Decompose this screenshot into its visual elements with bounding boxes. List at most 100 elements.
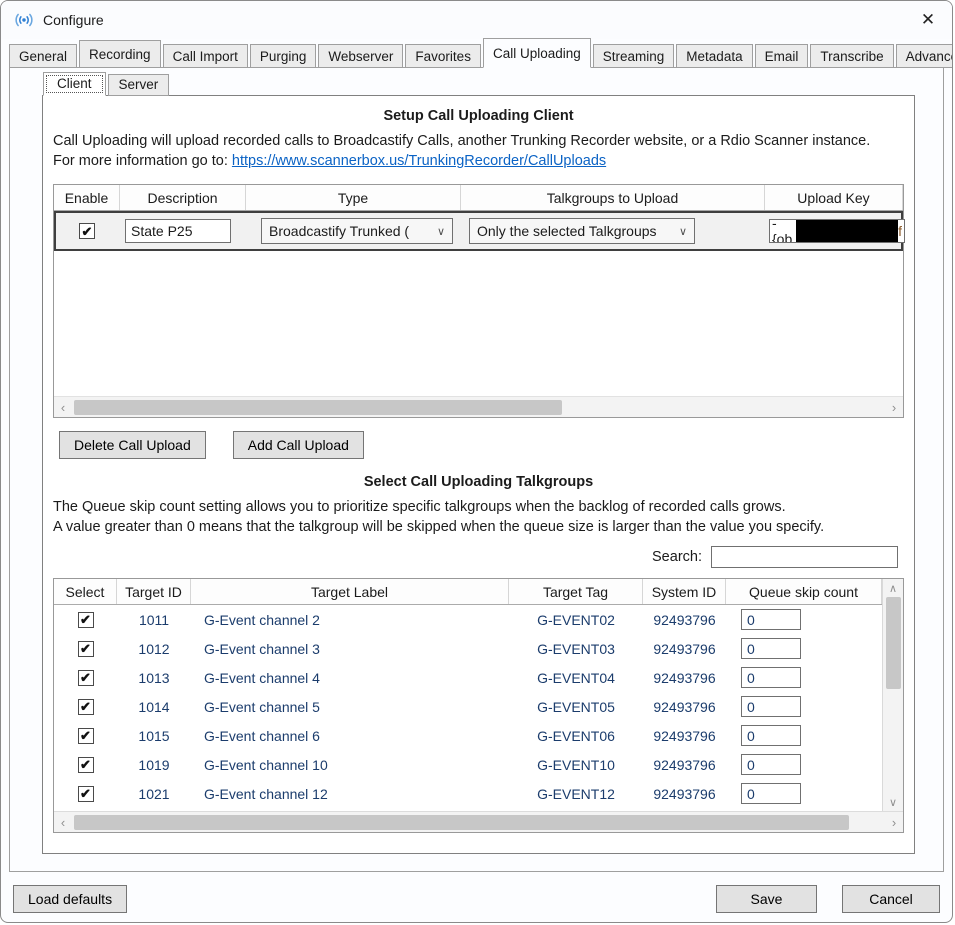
talkgroups-grid-column-header[interactable]: Queue skip count: [726, 579, 882, 604]
talkgroups-grid-header: Select Target ID Target Label: [54, 579, 882, 605]
select-checkbox[interactable]: ✔: [78, 786, 94, 802]
main-tab[interactable]: Call Uploading: [483, 38, 591, 68]
talkgroups-grid-column-header[interactable]: Target Tag: [509, 579, 643, 604]
talkgroups-grid: Select Target ID Target Label: [53, 578, 904, 833]
sub-tab[interactable]: Client: [43, 72, 106, 96]
upload-grid-column-header[interactable]: Type: [246, 185, 461, 210]
scroll-down-icon[interactable]: ∨: [883, 793, 903, 811]
enable-checkbox[interactable]: ✔: [79, 223, 95, 239]
main-tab[interactable]: Metadata: [676, 44, 752, 68]
upload-grid-column-header[interactable]: Description: [120, 185, 246, 210]
system-id: 92493796: [643, 786, 726, 802]
queue-skip-input[interactable]: 0: [741, 783, 801, 804]
scroll-left-icon[interactable]: ‹: [54, 400, 72, 415]
main-tab-label: Webserver: [328, 49, 393, 64]
type-dropdown[interactable]: Broadcastify Trunked ( ∨: [261, 218, 453, 244]
main-tab[interactable]: Email: [755, 44, 809, 68]
sub-tabstrip: Client Server: [43, 72, 943, 95]
talkgroup-row[interactable]: ✔ 1015 G-Event channel 6 G-EVENT06 92493…: [54, 721, 882, 750]
search-row: Search:: [43, 546, 898, 568]
close-icon[interactable]: ✕: [904, 1, 952, 39]
upload-key-suffix: f: [898, 223, 902, 239]
delete-call-upload-button[interactable]: Delete Call Upload: [59, 431, 206, 459]
description-input[interactable]: State P25: [125, 219, 231, 243]
search-input[interactable]: [711, 546, 898, 568]
talkgroups-grid-column-header[interactable]: System ID: [643, 579, 726, 604]
talkgroups-dropdown[interactable]: Only the selected Talkgroups ∨: [469, 218, 695, 244]
main-tabstrip: General Recording Call Import Purging We…: [1, 39, 952, 67]
system-id: 92493796: [643, 728, 726, 744]
talkgroup-row[interactable]: ✔ 1011 G-Event channel 2 G-EVENT02 92493…: [54, 605, 882, 634]
talkgroups-description: The Queue skip count setting allows you …: [53, 497, 904, 537]
scroll-right-icon[interactable]: ›: [885, 815, 903, 830]
main-tab[interactable]: Call Import: [163, 44, 248, 68]
select-checkbox[interactable]: ✔: [78, 728, 94, 744]
talkgroup-row[interactable]: ✔ 1013 G-Event channel 4 G-EVENT04 92493…: [54, 663, 882, 692]
talkgroup-row[interactable]: ✔ 1014 G-Event channel 5 G-EVENT05 92493…: [54, 692, 882, 721]
main-tab[interactable]: Streaming: [593, 44, 675, 68]
hscroll-thumb[interactable]: [74, 815, 849, 830]
upload-key-redaction: [796, 219, 898, 243]
talkgroups-grid-column-header[interactable]: Target Label: [191, 579, 509, 604]
select-checkbox[interactable]: ✔: [78, 612, 94, 628]
upload-client-grid: Enable Description Type Talkgroups to Up…: [53, 184, 904, 418]
queue-skip-input[interactable]: 0: [741, 638, 801, 659]
talkgroups-grid-vscrollbar[interactable]: ∧ ∨: [882, 579, 903, 811]
target-label: G-Event channel 4: [191, 670, 509, 686]
talkgroups-desc-line2: A value greater than 0 means that the ta…: [53, 519, 824, 535]
upload-grid-column-header[interactable]: Talkgroups to Upload: [461, 185, 765, 210]
configure-window: Configure ✕ General Recording Call Impor…: [0, 0, 953, 923]
main-tab-label: Advanced: [906, 49, 953, 64]
main-tab[interactable]: Advanced: [896, 44, 953, 68]
talkgroups-rows: ✔ 1011 G-Event channel 2 G-EVENT02 92493…: [54, 605, 882, 811]
main-tab[interactable]: Favorites: [405, 44, 481, 68]
vscroll-thumb[interactable]: [886, 597, 901, 689]
select-checkbox[interactable]: ✔: [78, 641, 94, 657]
queue-skip-input[interactable]: 0: [741, 696, 801, 717]
add-call-upload-button[interactable]: Add Call Upload: [233, 431, 364, 459]
upload-grid-header: Enable Description Type Talkgroups to Up…: [54, 185, 903, 211]
target-label: G-Event channel 3: [191, 641, 509, 657]
talkgroups-grid-column-header[interactable]: Target ID: [117, 579, 191, 604]
queue-skip-input[interactable]: 0: [741, 725, 801, 746]
upload-key-input[interactable]: -{ob f: [769, 219, 905, 243]
sub-tab[interactable]: Server: [108, 74, 170, 96]
broadcast-icon: [13, 11, 35, 29]
select-cell: ✔: [54, 699, 117, 715]
talkgroup-row[interactable]: ✔ 1012 G-Event channel 3 G-EVENT03 92493…: [54, 634, 882, 663]
queue-skip-input[interactable]: 0: [741, 754, 801, 775]
talkgroups-grid-hscrollbar[interactable]: ‹ ›: [54, 811, 903, 832]
select-checkbox[interactable]: ✔: [78, 670, 94, 686]
queue-skip-input[interactable]: 0: [741, 609, 801, 630]
main-tab[interactable]: Recording: [79, 40, 161, 68]
main-tab[interactable]: Purging: [250, 44, 317, 68]
talkgroup-row[interactable]: ✔ 1019 G-Event channel 10 G-EVENT10 9249…: [54, 750, 882, 779]
queue-skip-cell: 0: [726, 754, 882, 775]
upload-grid-column-header[interactable]: Enable: [54, 185, 120, 210]
select-cell: ✔: [54, 670, 117, 686]
upload-row[interactable]: ✔ State P25 Broadcastify Trunked ( ∨ Onl…: [54, 211, 903, 251]
talkgroup-row[interactable]: ✔ 1021 G-Event channel 12 G-EVENT12 9249…: [54, 779, 882, 808]
call-uploads-link[interactable]: https://www.scannerbox.us/TrunkingRecord…: [232, 153, 606, 169]
upload-grid-hscrollbar[interactable]: ‹ ›: [54, 396, 903, 417]
hscroll-thumb[interactable]: [74, 400, 562, 415]
scroll-right-icon[interactable]: ›: [885, 400, 903, 415]
main-tab[interactable]: Transcribe: [810, 44, 893, 68]
main-tab[interactable]: General: [9, 44, 77, 68]
main-tab[interactable]: Webserver: [318, 44, 403, 68]
main-tab-label: Transcribe: [820, 49, 883, 64]
talkgroups-grid-column-header[interactable]: Select: [54, 579, 117, 604]
target-tag: G-EVENT06: [509, 728, 643, 744]
select-cell: ✔: [54, 728, 117, 744]
cancel-button[interactable]: Cancel: [842, 885, 940, 913]
scroll-up-icon[interactable]: ∧: [883, 579, 903, 597]
upload-grid-column-header[interactable]: Upload Key: [765, 185, 903, 210]
scroll-left-icon[interactable]: ‹: [54, 815, 72, 830]
queue-skip-input[interactable]: 0: [741, 667, 801, 688]
queue-skip-cell: 0: [726, 783, 882, 804]
select-checkbox[interactable]: ✔: [78, 699, 94, 715]
select-checkbox[interactable]: ✔: [78, 757, 94, 773]
save-button[interactable]: Save: [716, 885, 817, 913]
main-tab-label: Email: [765, 49, 799, 64]
load-defaults-button[interactable]: Load defaults: [13, 885, 127, 913]
